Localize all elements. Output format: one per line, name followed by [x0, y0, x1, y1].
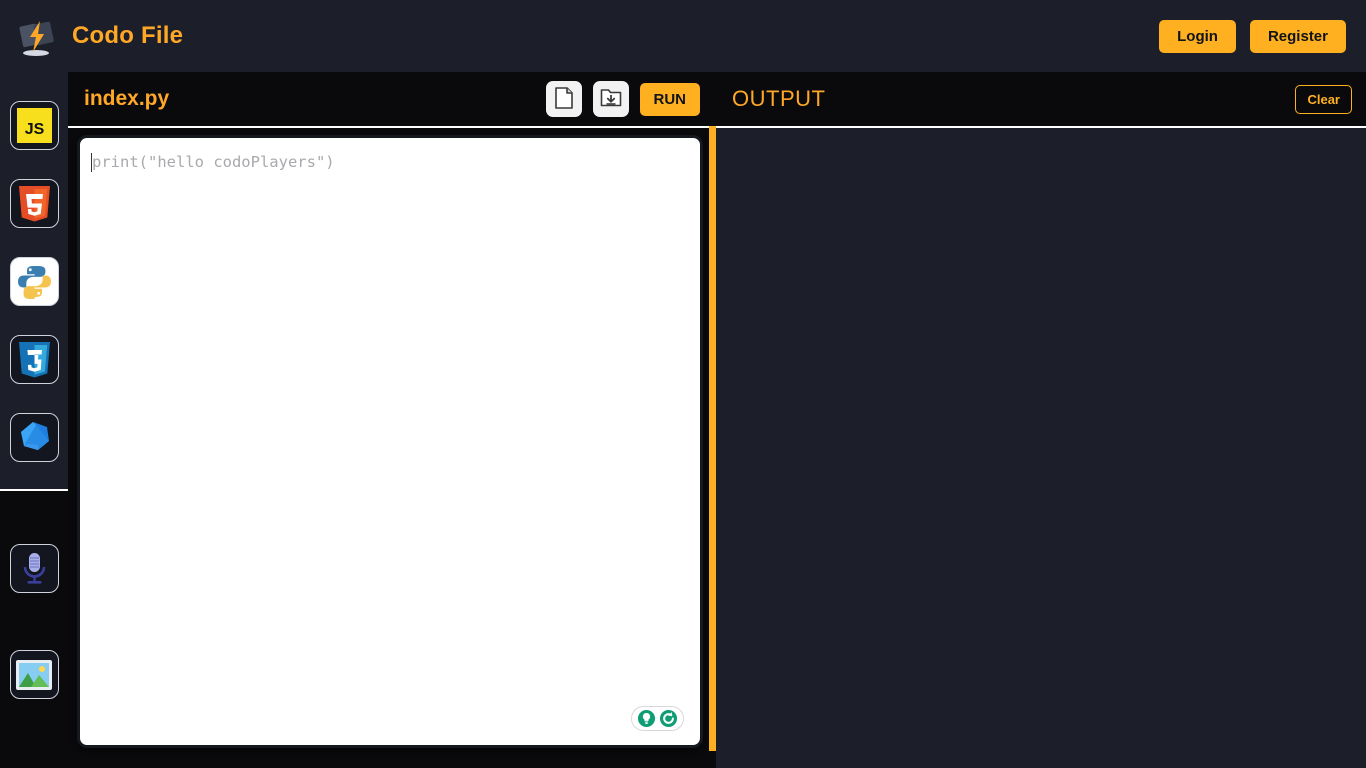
- python-icon: [16, 263, 53, 300]
- svg-text:JS: JS: [24, 121, 44, 138]
- editor-filename: index.py: [84, 87, 170, 110]
- sidebar-item-microphone[interactable]: [9, 544, 59, 593]
- output-title: OUTPUT: [732, 86, 826, 111]
- html5-icon: [16, 183, 53, 224]
- output-toolbar: OUTPUT Clear: [716, 72, 1366, 128]
- output-console[interactable]: [716, 128, 1366, 768]
- microphone-icon: [18, 550, 51, 587]
- sidebar-item-javascript[interactable]: JS: [9, 101, 59, 150]
- clear-output-button[interactable]: Clear: [1295, 84, 1352, 114]
- auth-actions: Login Register: [1159, 19, 1366, 53]
- editor-body: print("hello codoPlayers"): [68, 128, 712, 766]
- lightbulb-icon[interactable]: [637, 709, 656, 728]
- editor-toolbar: index.py RUN: [68, 72, 712, 128]
- lightning-bolt-logo-icon: [14, 14, 58, 58]
- sidebar-item-python[interactable]: [9, 257, 59, 306]
- save-file-button[interactable]: [592, 81, 629, 117]
- dart-gem-icon: [16, 419, 53, 456]
- sidebar-language-group: JS: [0, 72, 68, 491]
- code-text[interactable]: print("hello codoPlayers"): [92, 152, 335, 172]
- code-input-area[interactable]: print("hello codoPlayers"): [77, 135, 703, 748]
- image-picture-icon: [15, 659, 53, 691]
- login-button[interactable]: Login: [1159, 19, 1236, 53]
- editor-tool-buttons: RUN: [545, 81, 709, 117]
- sidebar-item-html5[interactable]: [9, 179, 59, 228]
- new-file-button[interactable]: [545, 81, 582, 117]
- language-sidebar: JS: [0, 72, 68, 768]
- register-button[interactable]: Register: [1249, 19, 1346, 53]
- refresh-icon[interactable]: [659, 709, 678, 728]
- css3-icon: [16, 339, 53, 380]
- folder-download-icon: [600, 87, 622, 111]
- sidebar-item-css3[interactable]: [9, 335, 59, 384]
- javascript-icon: JS: [14, 105, 55, 146]
- brand-title: Codo File: [72, 22, 184, 49]
- code-editor-pane: index.py RUN print("hello codoPlayers"): [68, 72, 712, 768]
- pane-resize-divider[interactable]: [709, 126, 716, 751]
- run-button[interactable]: RUN: [639, 82, 700, 116]
- top-header-bar: Codo File Login Register: [0, 0, 1366, 72]
- output-pane: OUTPUT Clear: [716, 72, 1366, 768]
- sidebar-media-group: [0, 491, 68, 766]
- sidebar-item-image[interactable]: [9, 650, 59, 699]
- document-page-icon: [554, 86, 574, 112]
- brand: Codo File: [0, 14, 183, 58]
- editor-helper-toolbar: [631, 706, 684, 731]
- sidebar-item-dart[interactable]: [9, 413, 59, 462]
